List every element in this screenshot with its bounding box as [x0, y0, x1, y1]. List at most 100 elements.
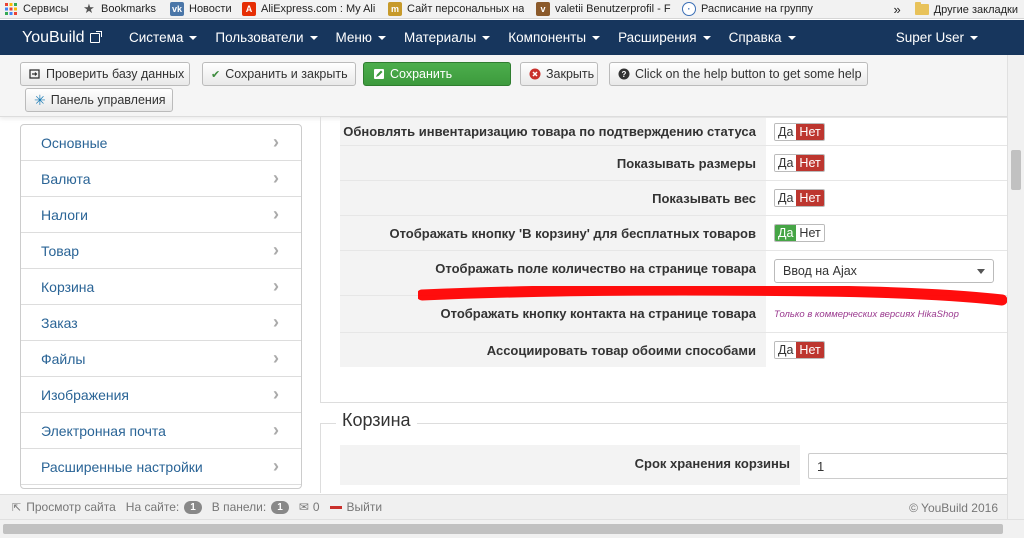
close-label: Закрыть — [546, 67, 595, 81]
setting-label: Показывать размеры — [340, 145, 766, 180]
sidebar-item-main[interactable]: Основные › — [21, 125, 301, 161]
yes-no-toggle[interactable]: Да Нет — [774, 189, 825, 207]
sidebar-item-advanced[interactable]: Расширенные настройки › — [21, 449, 301, 485]
bookmark-services[interactable]: Сервисы — [0, 0, 78, 18]
user-menu[interactable]: Super User — [896, 20, 978, 55]
toggle-yes[interactable]: Да — [775, 123, 797, 140]
messages-counter[interactable]: ✉ 0 — [299, 500, 320, 514]
in-panel-counter: В панели: 1 — [212, 500, 289, 514]
chevron-right-icon: › — [273, 276, 279, 296]
view-site-label: Просмотр сайта — [26, 500, 116, 514]
quantity-mode-select[interactable]: Ввод на Ajax — [774, 259, 994, 283]
help-button[interactable]: ? Click on the help button to get some h… — [609, 62, 868, 86]
red-annotation-stroke — [418, 286, 1008, 306]
yes-no-toggle[interactable]: Да Нет — [774, 341, 825, 359]
horizontal-scrollbar[interactable] — [0, 519, 1024, 538]
bookmark-profile[interactable]: v valetii Benutzerprofil - F — [532, 0, 678, 18]
config-sidebar: Основные › Валюта › Налоги › Товар › Корзина… — [20, 124, 302, 489]
external-link-icon — [89, 30, 102, 43]
refresh-icon — [29, 68, 41, 81]
question-icon: ? — [618, 68, 630, 81]
toolbar: Проверить базу данных ✔ Сохранить и закр… — [0, 55, 1024, 117]
toggle-no[interactable]: Нет — [796, 342, 824, 358]
save-and-close-button[interactable]: ✔ Сохранить и закрыть — [202, 62, 356, 86]
control-panel-label: Панель управления — [50, 93, 166, 107]
view-site-link[interactable]: ⇱ Просмотр сайта — [12, 500, 116, 514]
caret-down-icon — [482, 35, 491, 40]
bookmark-label: AliExpress.com : My Ali — [261, 3, 376, 15]
bookmark-personal-site[interactable]: m Сайт персональных на — [384, 0, 532, 18]
bookmark-label: Расписание на группу — [701, 3, 813, 15]
sidebar-item-cart[interactable]: Корзина › — [21, 269, 301, 305]
setting-control: Да Нет — [766, 180, 1008, 215]
sidebar-item-label: Файлы — [41, 350, 86, 367]
sidebar-item-taxes[interactable]: Налоги › — [21, 197, 301, 233]
chevron-right-icon: › — [273, 132, 279, 152]
nav-menu-content[interactable]: Материалы — [395, 20, 499, 55]
bookmark-news[interactable]: vk Новости — [166, 0, 238, 18]
sidebar-item-label: Заказ — [41, 314, 78, 331]
bookmarks-more-button[interactable]: » — [893, 2, 900, 17]
vertical-scrollbar[interactable] — [1007, 55, 1024, 519]
sidebar-item-label: Основные — [41, 134, 108, 151]
toggle-yes[interactable]: Да — [775, 190, 797, 206]
check-database-label: Проверить базу данных — [46, 67, 185, 81]
nav-menu-label: Система — [129, 30, 184, 45]
yes-no-toggle[interactable]: Да Нет — [774, 224, 825, 242]
setting-row-cart-button-free: Отображать кнопку 'В корзину' для беспла… — [340, 215, 1008, 250]
sidebar-item-order[interactable]: Заказ › — [21, 305, 301, 341]
nav-menu-help[interactable]: Справка — [720, 20, 805, 55]
toggle-yes[interactable]: Да — [775, 342, 797, 358]
yes-no-toggle[interactable]: Да Нет — [774, 122, 825, 141]
help-label: Click on the help button to get some hel… — [635, 67, 862, 81]
external-link-icon: ⇱ — [12, 501, 22, 514]
aliexpress-icon: A — [242, 2, 256, 16]
horizontal-scrollbar-thumb[interactable] — [3, 524, 1003, 534]
control-panel-button[interactable]: ✳ Панель управления — [25, 88, 173, 112]
save-button[interactable]: Сохранить — [363, 62, 511, 86]
bookmark-bookmarks[interactable]: ★ Bookmarks — [78, 0, 166, 18]
sidebar-item-label: Валюта — [41, 170, 91, 187]
nav-menu-system[interactable]: Система — [120, 20, 206, 55]
yes-no-toggle[interactable]: Да Нет — [774, 154, 825, 172]
bookmark-aliexpress[interactable]: A AliExpress.com : My Ali — [238, 0, 384, 18]
toggle-yes[interactable]: Да — [775, 155, 797, 171]
brand[interactable]: YouBuild — [0, 29, 120, 47]
in-panel-badge: 1 — [271, 500, 289, 514]
caret-down-icon — [702, 35, 711, 40]
sidebar-item-product[interactable]: Товар › — [21, 233, 301, 269]
vertical-scrollbar-thumb[interactable] — [1011, 150, 1021, 190]
nav-menu-label: Компоненты — [508, 30, 587, 45]
admin-navbar: YouBuild Система Пользователи Меню Матер… — [0, 20, 1024, 55]
toggle-no[interactable]: Нет — [796, 190, 824, 206]
toggle-no[interactable]: Нет — [796, 225, 824, 241]
other-bookmarks-folder[interactable]: Другие закладки — [934, 4, 1024, 16]
setting-row-associate-product: Ассоциировать товар обоими способами Да … — [340, 332, 1008, 367]
nav-menu-menus[interactable]: Меню — [327, 20, 396, 55]
sidebar-item-images[interactable]: Изображения › — [21, 377, 301, 413]
setting-control: Да Нет — [766, 332, 1008, 367]
setting-label: Показывать вес — [340, 180, 766, 215]
nav-menu-label: Расширения — [618, 30, 697, 45]
bookmarks-bar: Сервисы ★ Bookmarks vk Новости A AliExpr… — [0, 0, 1024, 19]
on-site-badge: 1 — [184, 500, 202, 514]
toggle-no[interactable]: Нет — [796, 155, 824, 171]
nav-menu-components[interactable]: Компоненты — [499, 20, 609, 55]
cart-lifetime-input[interactable]: 1 — [808, 453, 1008, 479]
nav-menu-users[interactable]: Пользователи — [206, 20, 326, 55]
logout-link[interactable]: Выйти — [329, 500, 382, 514]
sidebar-item-currency[interactable]: Валюта › — [21, 161, 301, 197]
close-button[interactable]: Закрыть — [520, 62, 598, 86]
chevron-right-icon: › — [273, 168, 279, 188]
save-and-close-label: Сохранить и закрыть — [225, 67, 348, 81]
sidebar-item-files[interactable]: Файлы › — [21, 341, 301, 377]
sidebar-item-email[interactable]: Электронная почта › — [21, 413, 301, 449]
nav-menu-label: Справка — [728, 30, 782, 45]
nav-menu-extensions[interactable]: Расширения — [609, 20, 720, 55]
close-icon — [529, 68, 541, 81]
toggle-yes[interactable]: Да — [775, 225, 797, 241]
toggle-no[interactable]: Нет — [796, 123, 824, 140]
check-database-button[interactable]: Проверить базу данных — [20, 62, 190, 86]
bookmark-label: Сайт персональных на — [407, 3, 525, 15]
bookmark-schedule[interactable]: · Расписание на группу — [678, 0, 820, 18]
